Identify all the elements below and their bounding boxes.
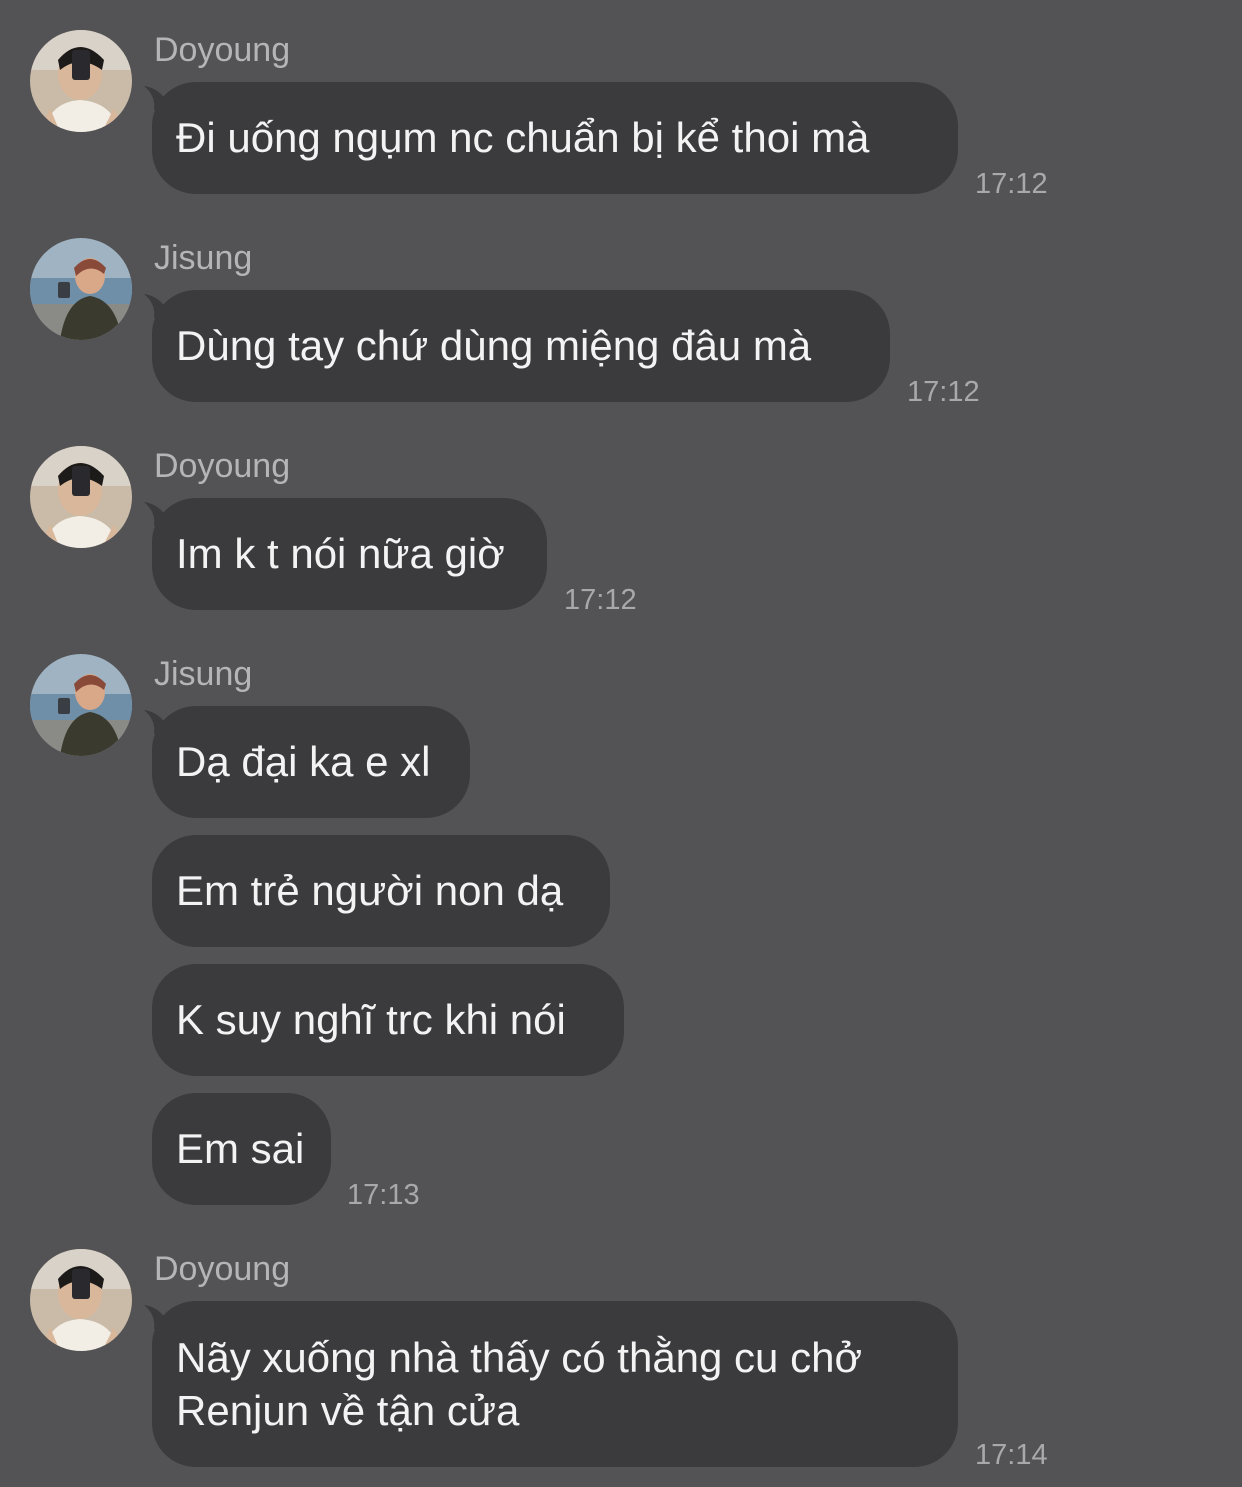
doyoung-avatar[interactable] (30, 1249, 132, 1351)
message-text: Im k t nói nữa giờ (176, 530, 505, 577)
doyoung-avatar[interactable] (30, 446, 132, 548)
message-bubble[interactable]: Đi uống ngụm nc chuẩn bị kể thoi mà (144, 82, 958, 194)
jisung-avatar-icon (30, 654, 132, 756)
bubble-tail-icon (144, 710, 174, 734)
sender-name: Jisung (154, 239, 253, 277)
message-bubble[interactable]: Nãy xuống nhà thấy có thằng cu chở Renju… (144, 1301, 958, 1467)
message-text: Em sai (176, 1125, 305, 1172)
bubble-tail-icon (144, 86, 174, 110)
message-text: Dùng tay chứ dùng miệng đâu mà (176, 322, 812, 369)
message-text: Dạ đại ka e xl (176, 738, 431, 785)
jisung-avatar-icon (30, 238, 132, 340)
message-bubble[interactable]: Dùng tay chứ dùng miệng đâu mà (144, 290, 890, 402)
message-timestamp: 17:13 (347, 1179, 420, 1211)
doyoung-avatar[interactable] (30, 30, 132, 132)
message-bubble[interactable]: Em trẻ người non dạ (152, 835, 610, 947)
message-text: Đi uống ngụm nc chuẩn bị kể thoi mà (176, 114, 870, 161)
message-text: Em trẻ người non dạ (176, 867, 564, 914)
sender-name: Doyoung (154, 31, 291, 69)
doyoung-avatar-icon (30, 446, 132, 548)
doyoung-avatar-icon (30, 1249, 132, 1351)
message-bubble[interactable]: Im k t nói nữa giờ (144, 498, 547, 610)
message-timestamp: 17:12 (564, 584, 637, 616)
message-text: Renjun về tận cửa (176, 1387, 520, 1434)
jisung-avatar[interactable] (30, 238, 132, 340)
message-text: Nãy xuống nhà thấy có thằng cu chở (176, 1334, 862, 1381)
message-timestamp: 17:12 (975, 168, 1048, 200)
bubble-tail-icon (144, 502, 174, 526)
message-bubble[interactable]: Dạ đại ka e xl (144, 706, 470, 818)
sender-name: Doyoung (154, 447, 291, 485)
bubble-tail-icon (144, 294, 174, 318)
message-bubble[interactable]: Em sai (152, 1093, 331, 1205)
message-timestamp: 17:12 (907, 376, 980, 408)
sender-name: Doyoung (154, 1250, 291, 1288)
doyoung-avatar-icon (30, 30, 132, 132)
jisung-avatar[interactable] (30, 654, 132, 756)
message-bubble[interactable]: K suy nghĩ trc khi nói (152, 964, 624, 1076)
chat-message-list[interactable]: Doyoung Đi uống ngụm nc chuẩn bị kể thoi… (0, 0, 1242, 1487)
message-text: K suy nghĩ trc khi nói (176, 996, 566, 1043)
sender-name: Jisung (154, 655, 253, 693)
message-timestamp: 17:14 (975, 1439, 1048, 1471)
bubble-tail-icon (144, 1305, 174, 1329)
